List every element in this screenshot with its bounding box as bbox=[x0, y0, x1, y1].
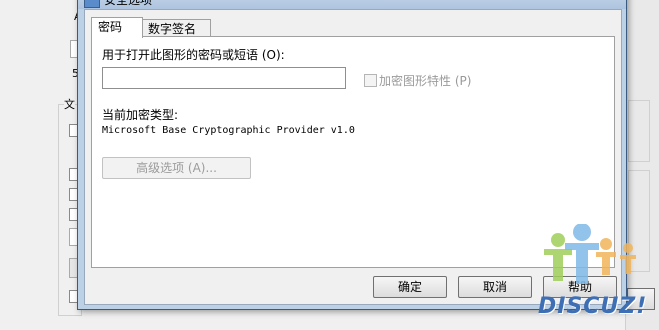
password-label: 用于打开此图形的密码或短语 (O): bbox=[102, 48, 285, 62]
advanced-options-button[interactable]: 高级选项 (A)... bbox=[102, 157, 251, 179]
people-icon bbox=[544, 224, 636, 284]
lock-icon bbox=[84, 0, 100, 8]
watermark-text: DISCUZ! bbox=[538, 294, 648, 319]
password-input[interactable] bbox=[102, 67, 346, 89]
encrypt-properties-checkbox[interactable] bbox=[364, 74, 377, 87]
ok-button[interactable]: 确定 bbox=[373, 276, 447, 298]
dialog-titlebar[interactable]: 安全选项 bbox=[78, 0, 626, 9]
dialog-title: 安全选项 bbox=[104, 0, 153, 7]
cancel-button[interactable]: 取消 bbox=[458, 276, 532, 298]
encryption-type-value: Microsoft Base Cryptographic Provider v1… bbox=[102, 125, 355, 136]
tab-password[interactable]: 密码 bbox=[91, 17, 143, 38]
bg-right-group-1 bbox=[628, 100, 650, 162]
encrypt-properties-label: 加密图形特性 (P) bbox=[379, 74, 472, 88]
discuz-watermark: DISCUZ! bbox=[532, 224, 656, 328]
bg-label-wen: 文 bbox=[64, 96, 75, 112]
encryption-type-label: 当前加密类型: bbox=[102, 108, 179, 122]
